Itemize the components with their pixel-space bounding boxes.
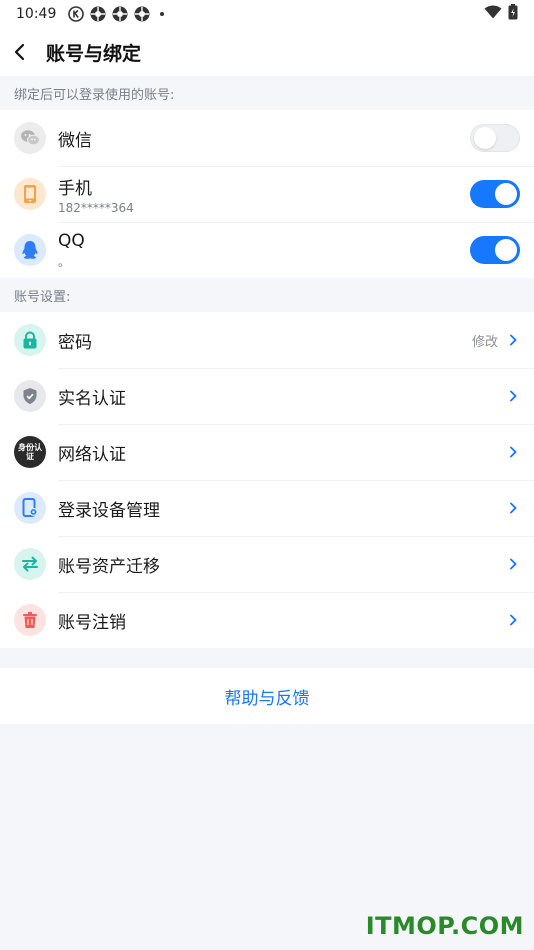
- binding-label: QQ: [58, 230, 85, 251]
- qq-account: 。: [58, 254, 71, 269]
- app-notification-icon: [134, 6, 150, 22]
- settings-text: 登录设备管理: [58, 496, 508, 521]
- notification-icons: [68, 6, 165, 22]
- app-notification-icon: [112, 6, 128, 22]
- trash-icon: [14, 604, 46, 636]
- identity-badge-icon: 身份认证: [14, 436, 46, 468]
- binding-label: 微信: [58, 130, 92, 151]
- settings-row-network-auth[interactable]: 身份认证 网络认证: [0, 424, 534, 480]
- settings-list: 密码 修改 实名认证 身份认证 网络认证 登录设备管理 账号资产迁移 账号注销: [0, 312, 534, 648]
- phone-toggle[interactable]: [470, 180, 520, 208]
- settings-row-asset-transfer[interactable]: 账号资产迁移: [0, 536, 534, 592]
- chevron-right-icon: [508, 501, 518, 515]
- binding-text: QQ 。: [58, 231, 470, 270]
- phone-number: 182*****364: [58, 200, 134, 215]
- battery-icon: [508, 4, 518, 24]
- chevron-right-icon: [508, 557, 518, 571]
- qq-icon: [14, 234, 46, 266]
- status-time: 10:49: [16, 6, 57, 22]
- wechat-toggle[interactable]: [470, 124, 520, 152]
- settings-right: [508, 613, 520, 627]
- wifi-icon: [484, 5, 502, 23]
- more-notifications-dot: [160, 12, 165, 16]
- toggle-knob: [474, 127, 496, 149]
- toggle-knob: [495, 183, 517, 205]
- app-bar: 账号与绑定: [0, 28, 534, 76]
- settings-text: 密码: [58, 328, 472, 353]
- settings-section-label: 账号设置:: [14, 289, 71, 305]
- chevron-right-icon: [508, 445, 518, 459]
- page-title: 账号与绑定: [46, 42, 142, 65]
- system-icons: [484, 4, 518, 24]
- settings-label: 登录设备管理: [58, 500, 160, 521]
- binding-row-phone[interactable]: 手机 182*****364: [0, 166, 534, 222]
- binding-row-wechat[interactable]: 微信: [0, 110, 534, 166]
- settings-right: [508, 557, 520, 571]
- settings-text: 账号注销: [58, 608, 508, 633]
- settings-row-device[interactable]: 登录设备管理: [0, 480, 534, 536]
- settings-row-password[interactable]: 密码 修改: [0, 312, 534, 368]
- chevron-right-icon: [508, 613, 518, 627]
- binding-row-qq[interactable]: QQ 。: [0, 222, 534, 278]
- lock-icon: [14, 324, 46, 356]
- transfer-arrows-icon: [14, 548, 46, 580]
- chevron-right-icon: [508, 389, 518, 403]
- binding-label: 手机: [58, 178, 92, 199]
- password-modify-text: 修改: [471, 334, 498, 350]
- binding-text: 手机 182*****364: [58, 174, 470, 215]
- binding-list: 微信 手机 182*****364 QQ 。: [0, 110, 534, 278]
- qq-toggle[interactable]: [470, 236, 520, 264]
- settings-label: 密码: [58, 332, 92, 353]
- wechat-icon: [14, 122, 46, 154]
- settings-text: 网络认证: [58, 440, 508, 465]
- settings-right: [508, 501, 520, 515]
- status-bar: 10:49: [0, 0, 534, 28]
- settings-label: 账号注销: [58, 612, 126, 633]
- app-notification-icon: [90, 6, 106, 22]
- settings-right: [508, 389, 520, 403]
- toggle-knob: [495, 239, 517, 261]
- phone-icon: [14, 178, 46, 210]
- k-app-icon: [68, 6, 85, 22]
- settings-text: 账号资产迁移: [58, 552, 508, 577]
- chevron-right-icon: [508, 333, 518, 347]
- settings-row-deactivate[interactable]: 账号注销: [0, 592, 534, 648]
- help-feedback-button[interactable]: 帮助与反馈: [0, 668, 534, 724]
- settings-text: 实名认证: [58, 384, 508, 409]
- settings-label: 账号资产迁移: [58, 556, 160, 577]
- settings-label: 网络认证: [58, 444, 126, 465]
- watermark: ITMOP.COM: [365, 912, 524, 940]
- settings-right: 修改: [472, 331, 520, 350]
- device-icon: [14, 492, 46, 524]
- binding-text: 微信: [58, 126, 470, 151]
- binding-section-label: 绑定后可以登录使用的账号:: [14, 87, 175, 103]
- back-arrow-icon[interactable]: [8, 40, 32, 64]
- settings-row-realname[interactable]: 实名认证: [0, 368, 534, 424]
- settings-right: [508, 445, 520, 459]
- shield-icon: [14, 380, 46, 412]
- settings-label: 实名认证: [58, 388, 126, 409]
